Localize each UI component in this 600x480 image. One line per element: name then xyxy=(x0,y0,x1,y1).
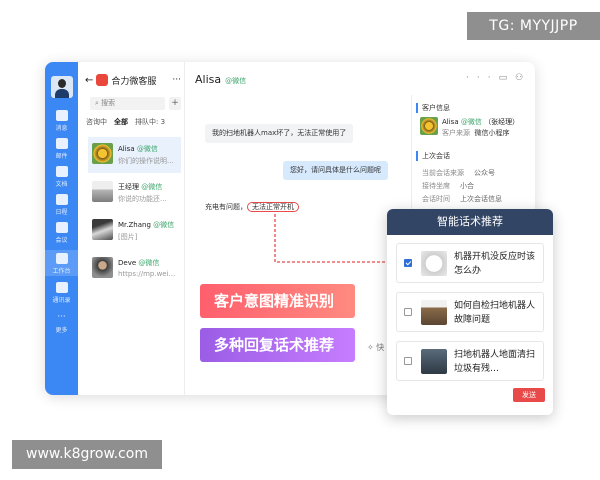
multi-reply-sticker: 多种回复话术推荐 xyxy=(200,328,355,362)
watermark-bottom: www.k8grow.com xyxy=(12,440,162,469)
suggestion-item[interactable]: 扫地机器人地面清扫垃圾有残… xyxy=(396,341,544,381)
dashed-connector xyxy=(274,214,385,263)
panel-title: 智能话术推荐 xyxy=(387,209,553,235)
checkbox[interactable] xyxy=(404,308,412,316)
checkbox[interactable] xyxy=(404,357,412,365)
checkbox[interactable] xyxy=(404,259,412,267)
intent-sticker: 客户意图精准识别 xyxy=(200,284,355,318)
suggestion-item[interactable]: 如何自检扫地机器人故障问题 xyxy=(396,292,544,332)
robot-thumbnail xyxy=(421,251,447,276)
robot-thumbnail xyxy=(421,349,447,374)
suggestion-item[interactable]: 机器开机没反应时该怎么办 xyxy=(396,243,544,283)
smart-reply-panel: 智能话术推荐 机器开机没反应时该怎么办 如何自检扫地机器人故障问题 扫地机器人地… xyxy=(387,209,553,415)
send-button[interactable]: 发送 xyxy=(513,388,545,402)
robot-thumbnail xyxy=(421,300,447,325)
